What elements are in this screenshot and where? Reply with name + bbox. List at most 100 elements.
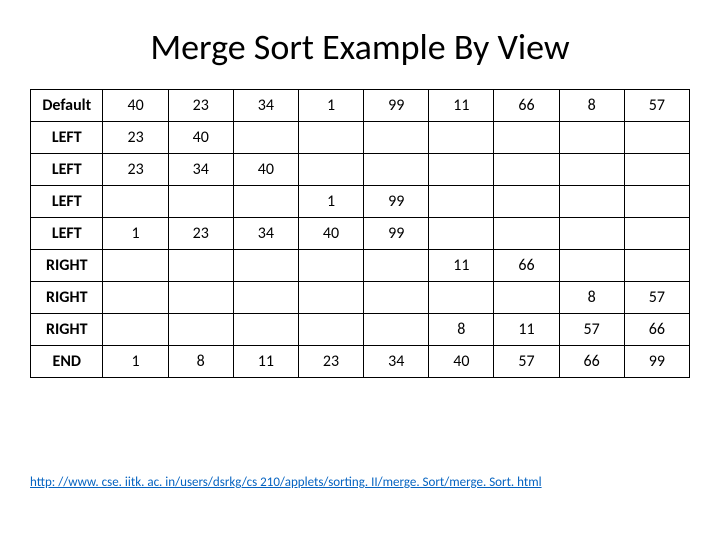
cell: 66 bbox=[559, 346, 624, 378]
row-label: LEFT bbox=[31, 154, 103, 186]
source-link[interactable]: http: //www. cse. iitk. ac. in/users/dsr… bbox=[30, 475, 542, 490]
cell bbox=[168, 250, 233, 282]
table-row: RIGHT 857 bbox=[31, 282, 690, 314]
cell bbox=[559, 154, 624, 186]
cell: 40 bbox=[429, 346, 494, 378]
cell bbox=[168, 314, 233, 346]
cell bbox=[429, 122, 494, 154]
row-label: Default bbox=[31, 90, 103, 122]
table-row: LEFT123344099 bbox=[31, 218, 690, 250]
merge-sort-table: Default4023341991166857LEFT2340LEFT23344… bbox=[30, 89, 690, 378]
table-row: RIGHT 1166 bbox=[31, 250, 690, 282]
cell: 57 bbox=[494, 346, 559, 378]
cell: 23 bbox=[298, 346, 363, 378]
cell: 11 bbox=[429, 90, 494, 122]
cell bbox=[103, 250, 168, 282]
cell bbox=[103, 186, 168, 218]
cell: 99 bbox=[624, 346, 689, 378]
page-title: Merge Sort Example By View bbox=[30, 25, 690, 69]
table-row: LEFT 199 bbox=[31, 186, 690, 218]
cell bbox=[559, 122, 624, 154]
cell: 66 bbox=[494, 250, 559, 282]
cell bbox=[233, 122, 298, 154]
cell: 11 bbox=[494, 314, 559, 346]
cell bbox=[168, 186, 233, 218]
cell bbox=[494, 154, 559, 186]
cell: 23 bbox=[168, 90, 233, 122]
cell bbox=[168, 282, 233, 314]
row-label: RIGHT bbox=[31, 282, 103, 314]
cell bbox=[233, 186, 298, 218]
cell: 99 bbox=[364, 218, 429, 250]
row-label: LEFT bbox=[31, 218, 103, 250]
cell: 57 bbox=[624, 90, 689, 122]
slide: Merge Sort Example By View Default402334… bbox=[0, 0, 720, 540]
cell bbox=[429, 154, 494, 186]
cell bbox=[494, 186, 559, 218]
cell bbox=[624, 186, 689, 218]
cell bbox=[298, 314, 363, 346]
cell bbox=[364, 314, 429, 346]
cell bbox=[624, 250, 689, 282]
cell: 40 bbox=[103, 90, 168, 122]
cell bbox=[624, 122, 689, 154]
cell: 23 bbox=[103, 154, 168, 186]
table-row: LEFT2340 bbox=[31, 122, 690, 154]
cell: 23 bbox=[103, 122, 168, 154]
cell: 8 bbox=[429, 314, 494, 346]
cell: 1 bbox=[103, 346, 168, 378]
cell bbox=[364, 154, 429, 186]
cell bbox=[494, 122, 559, 154]
cell bbox=[429, 186, 494, 218]
cell: 34 bbox=[364, 346, 429, 378]
table-row: LEFT233440 bbox=[31, 154, 690, 186]
table-row: END1811233440576699 bbox=[31, 346, 690, 378]
cell bbox=[298, 282, 363, 314]
cell bbox=[298, 122, 363, 154]
cell bbox=[364, 122, 429, 154]
table-body: Default4023341991166857LEFT2340LEFT23344… bbox=[31, 90, 690, 378]
cell: 1 bbox=[298, 186, 363, 218]
cell bbox=[624, 218, 689, 250]
cell: 23 bbox=[168, 218, 233, 250]
cell bbox=[559, 186, 624, 218]
table-row: Default4023341991166857 bbox=[31, 90, 690, 122]
cell bbox=[494, 282, 559, 314]
cell: 34 bbox=[233, 90, 298, 122]
cell: 1 bbox=[298, 90, 363, 122]
cell bbox=[364, 282, 429, 314]
cell: 11 bbox=[429, 250, 494, 282]
cell: 8 bbox=[168, 346, 233, 378]
cell bbox=[233, 282, 298, 314]
cell bbox=[233, 314, 298, 346]
cell bbox=[494, 218, 559, 250]
cell bbox=[429, 218, 494, 250]
cell: 66 bbox=[624, 314, 689, 346]
cell bbox=[233, 250, 298, 282]
table-row: RIGHT8115766 bbox=[31, 314, 690, 346]
cell bbox=[364, 250, 429, 282]
cell: 40 bbox=[233, 154, 298, 186]
cell: 34 bbox=[168, 154, 233, 186]
row-label: END bbox=[31, 346, 103, 378]
cell: 11 bbox=[233, 346, 298, 378]
cell: 99 bbox=[364, 90, 429, 122]
cell bbox=[298, 250, 363, 282]
cell: 57 bbox=[624, 282, 689, 314]
cell: 8 bbox=[559, 282, 624, 314]
row-label: LEFT bbox=[31, 186, 103, 218]
row-label: LEFT bbox=[31, 122, 103, 154]
cell bbox=[103, 282, 168, 314]
cell bbox=[103, 314, 168, 346]
cell: 1 bbox=[103, 218, 168, 250]
cell: 8 bbox=[559, 90, 624, 122]
cell bbox=[298, 154, 363, 186]
cell bbox=[559, 250, 624, 282]
cell: 40 bbox=[298, 218, 363, 250]
row-label: RIGHT bbox=[31, 250, 103, 282]
cell: 40 bbox=[168, 122, 233, 154]
cell: 99 bbox=[364, 186, 429, 218]
cell: 66 bbox=[494, 90, 559, 122]
cell bbox=[559, 218, 624, 250]
cell: 34 bbox=[233, 218, 298, 250]
